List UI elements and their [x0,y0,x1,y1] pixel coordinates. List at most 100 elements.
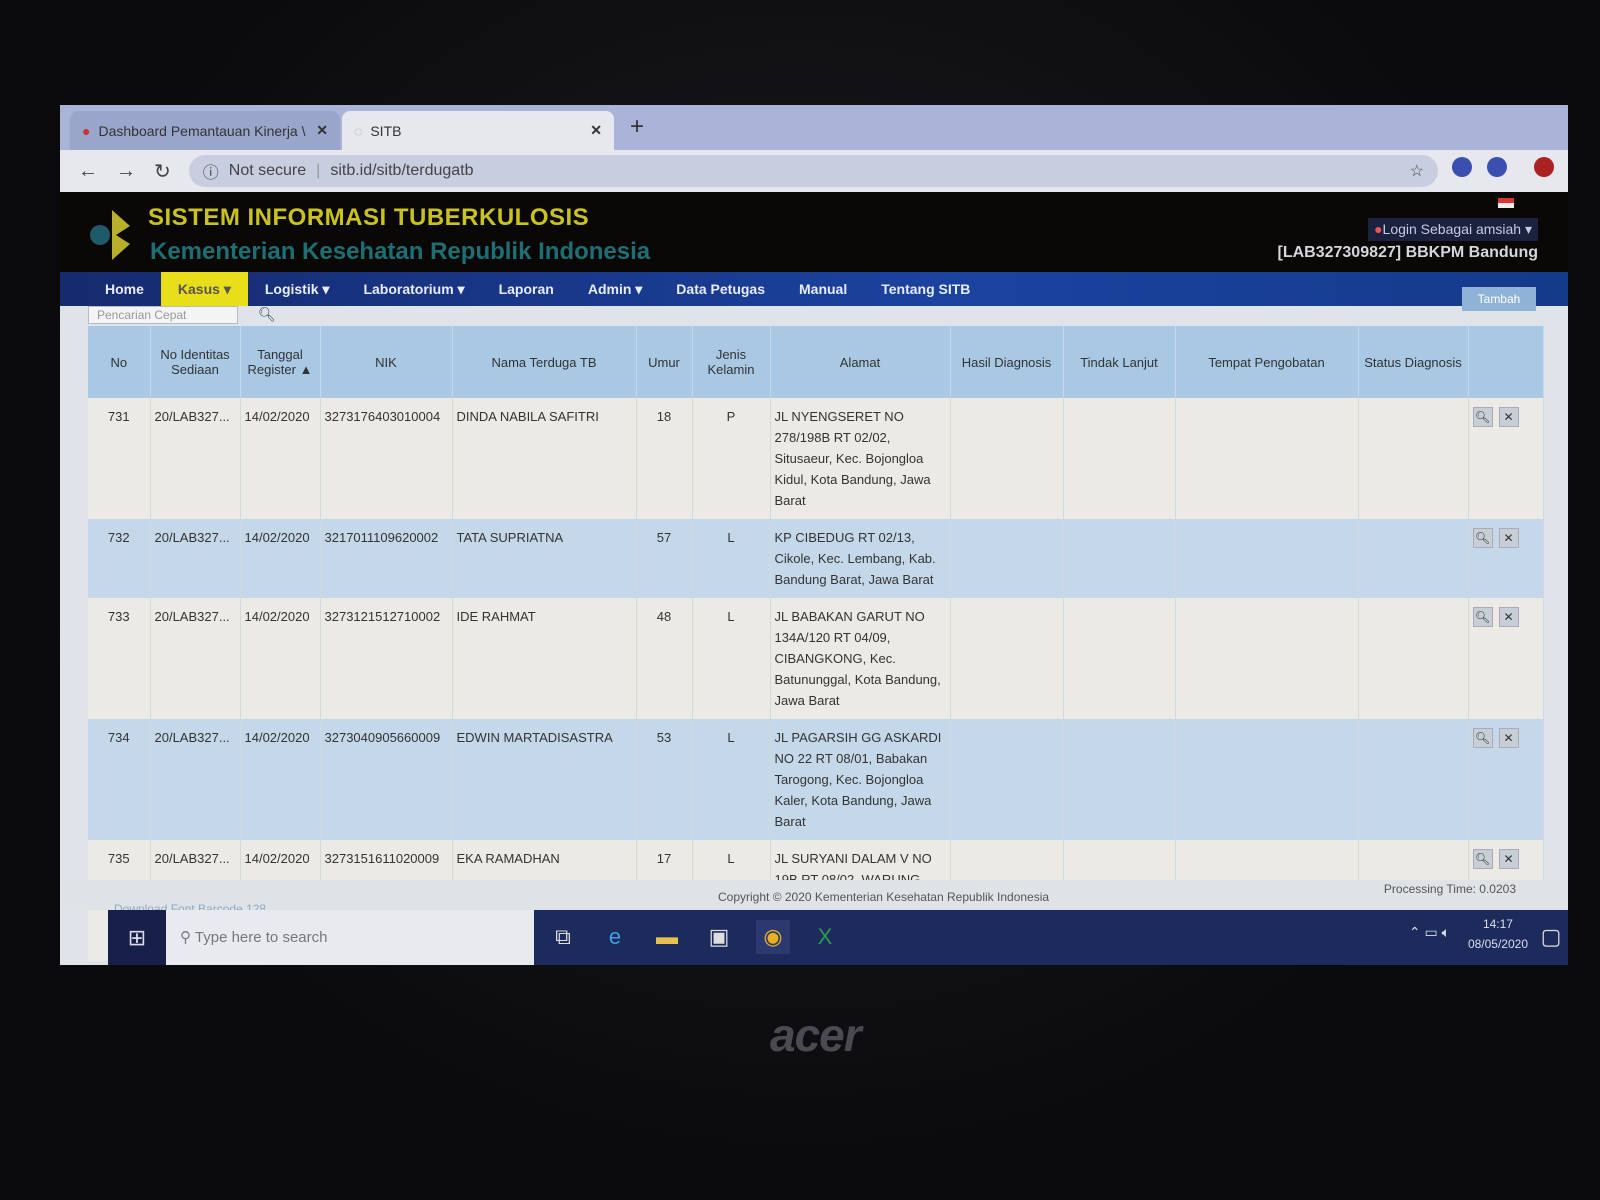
clock-date: 08/05/2020 [1467,937,1528,951]
address-toolbar: ← → ↻ ⓘ Not secure | sitb.id/sitb/terdug… [60,150,1568,192]
column-header[interactable]: No [88,326,151,398]
nav-laboratorium[interactable]: Laboratorium ▾ [346,272,481,306]
security-label: Not secure [228,162,307,179]
column-header[interactable]: Umur [636,326,693,398]
windows-start-icon[interactable]: ⊞ [108,910,166,965]
forward-icon[interactable]: → [116,160,136,183]
search-icon: ⚲ [180,929,195,946]
column-header[interactable]: NIK [320,326,453,398]
reload-icon[interactable]: ↻ [154,159,171,184]
file-explorer-icon[interactable]: ▬ [650,920,684,954]
cell-nik: 3273040905660009 [320,719,453,840]
cell-no: 731 [88,398,151,519]
store-icon[interactable]: ▣ [702,920,736,954]
system-tray-icons[interactable]: ⌃ ▭ 🔈︎ [1409,924,1450,941]
cell-no: 732 [88,519,151,598]
nav-manual[interactable]: Manual [782,272,864,306]
nav-kasus[interactable]: Kasus ▾ [160,272,248,306]
nav-laporan[interactable]: Laporan [482,272,571,306]
new-tab-button[interactable]: + [630,113,644,141]
delete-icon[interactable]: ✕ [1498,728,1519,748]
bookmark-star-icon[interactable]: ☆ [1410,161,1424,181]
nav-data-petugas[interactable]: Data Petugas [659,272,782,306]
column-header[interactable]: Tindak Lanjut [1063,326,1176,398]
cell-empty [1175,719,1359,840]
view-detail-icon[interactable]: 🔍︎ [1472,849,1493,869]
column-header[interactable]: Jenis Kelamin [692,326,771,398]
view-detail-icon[interactable]: 🔍︎ [1472,728,1493,748]
table-row[interactable]: 733 20/LAB327... 14/02/2020 327312151271000… [88,598,1544,719]
tab-label: Dashboard Pemantauan Kinerja \ [98,122,306,139]
cell-empty [1358,719,1469,840]
address-bar[interactable]: ⓘ Not secure | sitb.id/sitb/terdugatb ☆ [188,155,1438,187]
extension-icon[interactable] [1452,157,1472,177]
tab-dashboard[interactable]: ● Dashboard Pemantauan Kinerja \ ✕ [70,111,340,150]
view-detail-icon[interactable]: 🔍︎ [1472,407,1493,427]
cell-empty [1358,398,1469,519]
column-header[interactable]: Tempat Pengobatan [1175,326,1359,398]
back-icon[interactable]: ← [78,160,98,183]
table-row[interactable]: 731 20/LAB327... 14/02/2020 327317640301000… [88,398,1544,519]
close-tab-icon[interactable]: ✕ [590,122,602,139]
column-header[interactable]: Status Diagnosis [1358,326,1469,398]
taskbar-clock[interactable]: 14:17 08/05/2020 [1468,914,1528,954]
nav-tentang[interactable]: Tentang SITB [864,272,987,306]
cell-empty [950,519,1064,598]
cell-date: 14/02/2020 [240,519,321,598]
column-header[interactable]: Nama Terduga TB [452,326,637,398]
page-footer: Download Font Barcode 128 Copyright © 20… [60,880,1568,916]
column-header[interactable]: Hasil Diagnosis [950,326,1064,398]
url-text[interactable]: sitb.id/sitb/terdugatb [330,162,473,180]
cell-empty [950,398,1064,519]
cell-name: IDE RAHMAT [452,598,637,719]
cell-no: 734 [88,719,151,840]
language-flag-icon[interactable] [1498,198,1514,208]
view-detail-icon[interactable]: 🔍︎ [1472,528,1493,548]
suspect-tb-table: No No Identitas Sediaan Tanggal Register ▲… [88,326,1544,961]
nav-home[interactable]: Home [88,272,161,306]
table-row[interactable]: 732 20/LAB327... 14/02/2020 321701110962000… [88,519,1544,598]
cell-no: 733 [88,598,151,719]
tab-label: SITB [370,122,402,139]
notifications-icon[interactable]: ▢ [1534,920,1568,954]
browser-tab-bar: ● Dashboard Pemantauan Kinerja \ ✕ ◌ SITB ✕ … [60,105,1568,150]
delete-icon[interactable]: ✕ [1498,607,1519,627]
quick-search-input[interactable]: Pencarian Cepat [88,306,238,324]
search-icon[interactable]: 🔍︎ [258,306,276,323]
delete-icon[interactable]: ✕ [1498,849,1519,869]
excel-icon[interactable]: X [808,920,842,954]
column-header[interactable] [1468,326,1544,398]
delete-icon[interactable]: ✕ [1498,528,1519,548]
acer-logo: acer [770,1009,862,1061]
column-header[interactable]: No Identitas Sediaan [150,326,241,398]
extension-icon[interactable] [1487,157,1507,177]
login-label: Login Sebagai amsiah [1382,221,1522,237]
quick-search-row: Pencarian Cepat 🔍︎ [88,306,1568,326]
delete-icon[interactable]: ✕ [1498,407,1519,427]
nav-logistik[interactable]: Logistik ▾ [248,272,347,306]
edge-icon[interactable]: e [598,920,632,954]
login-menu[interactable]: ●Login Sebagai amsiah ▾ [1368,218,1538,241]
nav-admin[interactable]: Admin ▾ [571,272,659,306]
add-button[interactable]: Tambah [1462,287,1536,311]
task-view-icon[interactable]: ⧉ [546,920,580,954]
cell-nik: 3217011109620002 [320,519,453,598]
windows-taskbar: ⊞ ⚲ Type here to search ⧉ e ▬ ▣ ◉ X ⌃ ▭ … [108,910,1568,965]
view-detail-icon[interactable]: 🔍︎ [1472,607,1493,627]
close-tab-icon[interactable]: ✕ [316,122,328,139]
column-header[interactable]: Alamat [770,326,951,398]
tab-sitb[interactable]: ◌ SITB ✕ [342,111,614,150]
cell-empty [950,719,1064,840]
cell-id: 20/LAB327... [150,398,241,519]
table-row[interactable]: 734 20/LAB327... 14/02/2020 327304090566000… [88,719,1544,840]
cell-age: 53 [636,719,693,840]
user-icon: ● [1374,221,1383,237]
taskbar-search-input[interactable]: ⚲ Type here to search [166,910,534,965]
kemenkes-logo-icon [90,210,130,260]
chrome-icon[interactable]: ◉ [756,920,790,954]
cell-id: 20/LAB327... [150,519,241,598]
column-header[interactable]: Tanggal Register ▲ [240,326,321,398]
profile-avatar[interactable] [1534,157,1554,177]
facility-label: [LAB327309827] BBKPM Bandung [1277,244,1539,261]
cell-empty [1358,519,1469,598]
